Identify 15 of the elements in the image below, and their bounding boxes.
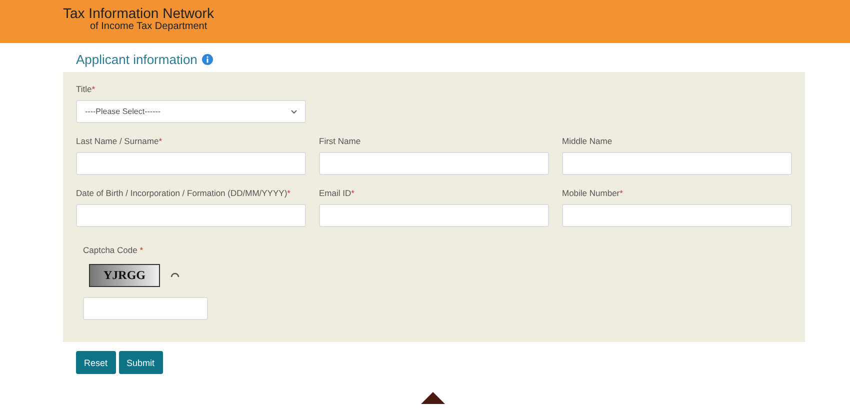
reset-button[interactable]: Reset [76, 351, 116, 374]
field-label: Title* [76, 84, 96, 94]
title-select[interactable]: ----Please Select------ [76, 100, 306, 123]
site-subtitle: of Income Tax Department [89, 21, 208, 33]
field-label: Date of Birth / Incorporation / Formation (DD/MM/YYYY)* [76, 188, 292, 198]
field-label: Captcha Code * [83, 245, 144, 255]
section-title: Applicant information [76, 52, 198, 67]
field-label: Email ID* [319, 188, 356, 198]
captcha-image: YJRGG [89, 264, 160, 287]
submit-button[interactable]: Submit [118, 351, 163, 374]
field-label: First Name [319, 136, 362, 146]
site-title: Tax Information Network [63, 6, 215, 21]
field-label: Middle Name [562, 136, 614, 146]
field-label: Last Name / Surname* [76, 136, 163, 146]
field-label: Mobile Number* [562, 188, 624, 198]
